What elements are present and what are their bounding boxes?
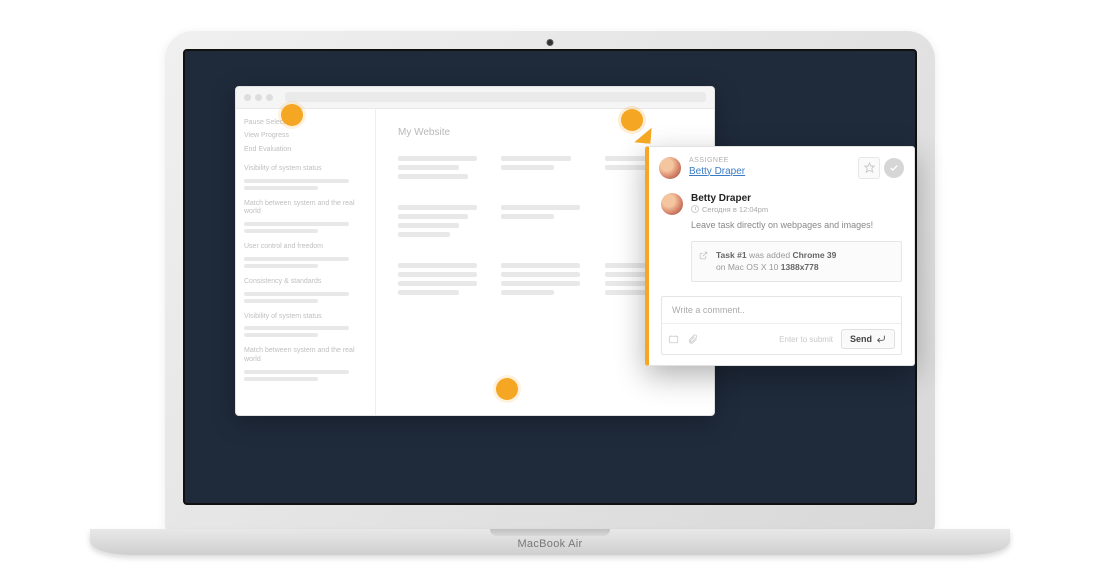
placeholder-bar <box>244 377 318 381</box>
star-button[interactable] <box>858 157 880 179</box>
placeholder-bar <box>244 333 318 337</box>
traffic-light-minimize[interactable] <box>255 94 262 101</box>
comment-input-box: Write a comment.. Enter to submit <box>661 296 902 355</box>
annotation-marker[interactable] <box>281 104 303 126</box>
placeholder-bar <box>244 229 318 233</box>
browser-chrome-bar <box>236 87 714 109</box>
enter-icon <box>876 334 886 344</box>
placeholder-bar <box>244 186 318 190</box>
meta-os-prefix: on <box>716 262 725 272</box>
screen: Pause Selection View Progress End Evalua… <box>183 49 917 505</box>
sidebar-heuristic[interactable]: Match between system and the real world <box>244 347 367 365</box>
star-icon <box>864 162 875 173</box>
laptop-mockup: Pause Selection View Progress End Evalua… <box>90 31 1010 555</box>
placeholder-bar <box>244 299 318 303</box>
external-link-icon <box>699 251 708 264</box>
placeholder-bar <box>244 292 349 296</box>
clock-icon <box>691 205 699 213</box>
placeholder-bar <box>244 264 318 268</box>
task-meta-box: Task #1 was added Chrome 39 on Mac OS X … <box>691 241 902 283</box>
send-button[interactable]: Send <box>841 329 895 349</box>
attachment-icon[interactable] <box>687 334 698 345</box>
assignee-link[interactable]: Betty Draper <box>689 166 850 178</box>
meta-browser: Chrome 39 <box>792 250 836 260</box>
comment-avatar[interactable] <box>661 193 683 215</box>
complete-button[interactable] <box>884 158 904 178</box>
send-label: Send <box>850 334 872 344</box>
placeholder-text: Write a comment.. <box>672 305 745 315</box>
sidebar-link[interactable]: Pause Selection <box>244 119 367 128</box>
placeholder-bar <box>244 326 349 330</box>
task-label: Task #1 <box>716 250 747 260</box>
comment-author: Betty Draper <box>691 193 902 204</box>
placeholder-bar <box>244 222 349 226</box>
laptop-lid: Pause Selection View Progress End Evalua… <box>165 31 935 531</box>
timestamp-text: Сегодня в 12:04pm <box>702 205 768 214</box>
meta-os: Mac OS X 10 <box>728 262 779 272</box>
sidebar-heuristic[interactable]: Match between system and the real world <box>244 200 367 218</box>
sidebar-heuristic[interactable]: Visibility of system status <box>244 165 367 174</box>
heuristics-sidebar: Pause Selection View Progress End Evalua… <box>236 109 376 415</box>
comment-message: Leave task directly on webpages and imag… <box>691 219 902 231</box>
comment-input[interactable]: Write a comment.. <box>662 297 901 323</box>
annotation-marker[interactable] <box>496 378 518 400</box>
comment-timestamp: Сегодня в 12:04pm <box>691 205 902 214</box>
check-icon <box>889 163 899 173</box>
annotation-marker[interactable] <box>621 109 643 131</box>
sidebar-heuristic[interactable]: Visibility of system status <box>244 313 367 322</box>
sidebar-heuristic[interactable]: Consistency & standards <box>244 278 367 287</box>
laptop-base: MacBook Air <box>90 529 1010 555</box>
panel-header: ASSIGNEE Betty Draper <box>649 147 914 187</box>
screenshot-icon[interactable] <box>668 334 679 345</box>
traffic-light-zoom[interactable] <box>266 94 273 101</box>
placeholder-bar <box>244 370 349 374</box>
camera-dot <box>547 39 554 46</box>
panel-body: Betty Draper Сегодня в 12:04pm Leave tas… <box>649 187 914 366</box>
assignee-avatar[interactable] <box>659 157 681 179</box>
meta-resolution: 1388x778 <box>781 262 819 272</box>
browser-body: Pause Selection View Progress End Evalua… <box>236 109 714 415</box>
laptop-brand: MacBook Air <box>90 529 1010 550</box>
sidebar-link[interactable]: View Progress <box>244 132 367 141</box>
sidebar-heuristic[interactable]: User control and freedom <box>244 243 367 252</box>
comment: Betty Draper Сегодня в 12:04pm Leave tas… <box>661 193 902 283</box>
task-panel: ASSIGNEE Betty Draper <box>645 146 915 367</box>
placeholder-bar <box>244 179 349 183</box>
sidebar-link[interactable]: End Evaluation <box>244 146 367 155</box>
assignee-label: ASSIGNEE <box>689 157 850 165</box>
submit-hint: Enter to submit <box>779 335 833 344</box>
placeholder-bar <box>244 257 349 261</box>
address-bar[interactable] <box>285 92 706 102</box>
traffic-light-close[interactable] <box>244 94 251 101</box>
comment-input-footer: Enter to submit Send <box>662 323 901 354</box>
meta-added: was added <box>749 250 790 260</box>
